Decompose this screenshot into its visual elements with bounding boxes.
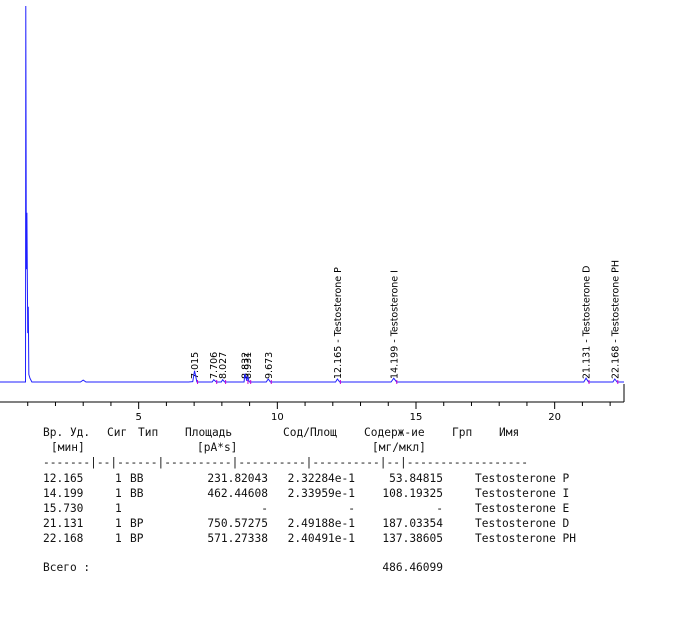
signal-trace (0, 5, 624, 383)
col-rt-unit: [мин] (51, 441, 85, 454)
cell-area: - (261, 502, 268, 515)
total-label: Всего : (43, 561, 91, 574)
x-tick-label: 15 (410, 412, 423, 422)
cell-ratio: 2.33959e-1 (287, 487, 355, 500)
col-ratio-header: Сод/Площ (283, 426, 337, 439)
cell-area: 462.44608 (207, 487, 268, 500)
cell-name: Testosterone D (475, 517, 570, 530)
cell-rt: 22.168 (43, 532, 84, 545)
col-sig-header: Сиг (107, 426, 128, 439)
cell-name: Testosterone E (475, 502, 570, 515)
peak-label: 21.131 - Testosterone D (582, 266, 593, 379)
cell-area: 231.82043 (207, 472, 268, 485)
cell-ratio: 2.32284e-1 (287, 472, 355, 485)
cell-amount: 187.03354 (382, 517, 443, 530)
peak-label: 9.673 (264, 352, 275, 379)
cell-amount: 53.84815 (389, 472, 443, 485)
cell-amount: 137.38605 (382, 532, 443, 545)
cell-name: Testosterone P (475, 472, 570, 485)
report-total-row: Всего : 486.46099 (0, 560, 443, 575)
x-tick-label: 10 (271, 412, 284, 422)
col-amount-unit: [мг/мкл] (372, 441, 426, 454)
peak-label: 8.027 (218, 352, 229, 379)
chromatogram: 7.015 7.7068.027 8.8328.931 9.673 12.165 - T… (0, 5, 625, 422)
x-tick-label: 5 (135, 412, 141, 422)
cell-name: Testosterone I (475, 487, 570, 500)
peak-label: 12.165 - Testosterone P (333, 267, 344, 379)
col-name-header: Имя (499, 426, 520, 439)
cell-sig: 1 (115, 502, 122, 515)
col-amount-header: Содерж-ие (364, 426, 425, 439)
col-area-header: Площадь (185, 426, 233, 439)
total-value: 486.46099 (382, 561, 443, 574)
cell-type: BP (130, 517, 144, 530)
cell-rt: 14.199 (43, 487, 84, 500)
col-group-header: Грп (452, 426, 473, 439)
report-separator: -------|--|------|----------|----------|… (43, 456, 528, 469)
integration-report: Вр. Уд. Сиг Тип Площадь Сод/Площ Содерж-… (0, 422, 678, 577)
cell-sig: 1 (115, 517, 122, 530)
x-axis-ticks: 5 10 15 20 (27, 402, 611, 422)
cell-sig: 1 (115, 472, 122, 485)
cell-rt: 15.730 (43, 502, 84, 515)
col-type-header: Тип (138, 426, 159, 439)
cell-rt: 12.165 (43, 472, 84, 485)
x-tick-label: 20 (548, 412, 561, 422)
cell-amount: 108.19325 (382, 487, 443, 500)
cell-name: Testosterone PH (475, 532, 577, 545)
cell-rt: 21.131 (43, 517, 84, 530)
cell-ratio: - (348, 502, 355, 515)
peak-label: 22.168 - Testosterone PH (610, 260, 621, 379)
cell-sig: 1 (115, 487, 122, 500)
cell-type: BB (130, 487, 144, 500)
peak-label: 14.199 - Testosterone I (389, 270, 400, 379)
peak-labels: 7.015 7.7068.027 8.8328.931 9.673 12.165 - T… (190, 260, 621, 379)
col-rt-header: Вр. Уд. (43, 426, 91, 439)
col-area-unit: [pA*s] (197, 441, 238, 454)
cell-ratio: 2.40491e-1 (287, 532, 355, 545)
cell-area: 571.27338 (207, 532, 268, 545)
report-header-row-2: [мин] [pA*s] [мг/мкл] (0, 440, 426, 455)
cell-type: BB (130, 472, 144, 485)
cell-type: BP (130, 532, 144, 545)
cell-sig: 1 (115, 532, 122, 545)
cell-area: 750.57275 (207, 517, 268, 530)
cell-ratio: 2.49188e-1 (287, 517, 355, 530)
report-header-row-1: Вр. Уд. Сиг Тип Площадь Сод/Площ Содерж-… (0, 425, 519, 440)
cell-amount: - (436, 502, 443, 515)
